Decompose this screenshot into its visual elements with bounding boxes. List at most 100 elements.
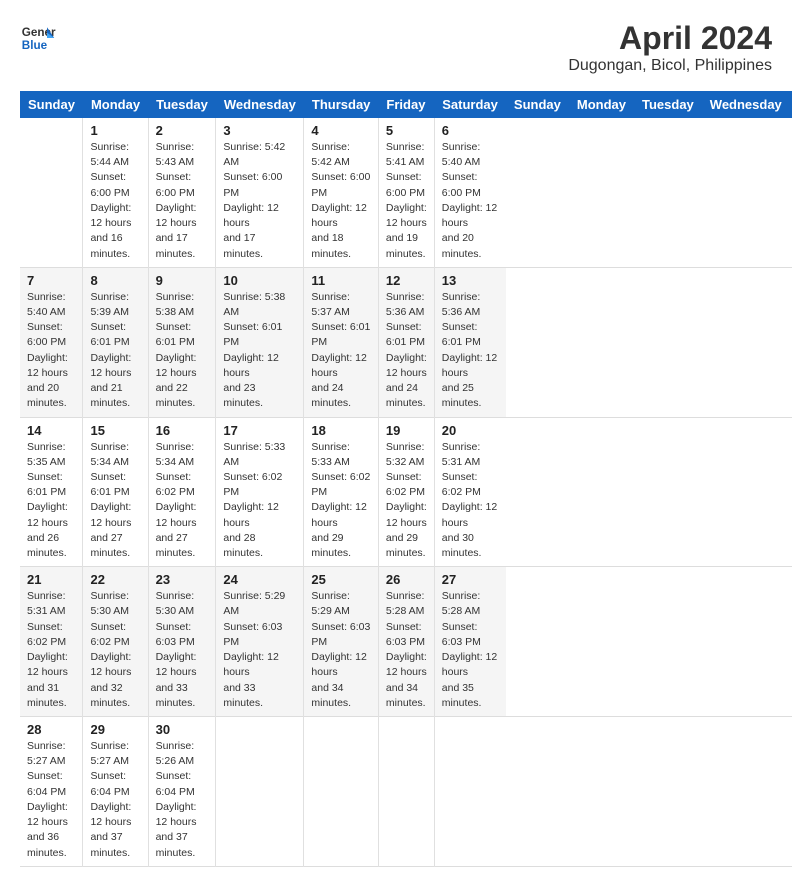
day-info: Sunrise: 5:27 AMSunset: 6:04 PMDaylight:…: [90, 739, 140, 861]
calendar-header-row: SundayMondayTuesdayWednesdayThursdayFrid…: [20, 91, 792, 118]
day-number: 25: [311, 572, 371, 587]
day-info: Sunrise: 5:41 AMSunset: 6:00 PMDaylight:…: [386, 140, 427, 262]
day-info: Sunrise: 5:29 AMSunset: 6:03 PMDaylight:…: [223, 589, 296, 711]
day-info: Sunrise: 5:35 AMSunset: 6:01 PMDaylight:…: [27, 440, 75, 562]
day-info: Sunrise: 5:33 AMSunset: 6:02 PMDaylight:…: [223, 440, 296, 562]
calendar-cell: 19Sunrise: 5:32 AMSunset: 6:02 PMDayligh…: [378, 417, 434, 567]
day-info: Sunrise: 5:31 AMSunset: 6:02 PMDaylight:…: [27, 589, 75, 711]
day-info: Sunrise: 5:29 AMSunset: 6:03 PMDaylight:…: [311, 589, 371, 711]
column-header-wednesday: Wednesday: [702, 91, 790, 118]
day-number: 1: [90, 123, 140, 138]
day-info: Sunrise: 5:34 AMSunset: 6:02 PMDaylight:…: [156, 440, 209, 562]
calendar-cell: 26 Sunrise: 5:28 AMSunset: 6:03 PMDayligh…: [378, 567, 434, 717]
calendar-cell: [434, 717, 506, 867]
calendar-cell: [304, 717, 379, 867]
calendar-cell: 23 Sunrise: 5:30 AMSunset: 6:03 PMDayligh…: [148, 567, 216, 717]
day-number: 24: [223, 572, 296, 587]
calendar-week-row: 7 Sunrise: 5:40 AMSunset: 6:00 PMDaylight…: [20, 267, 792, 417]
calendar-cell: 8Sunrise: 5:39 AMSunset: 6:01 PMDaylight…: [83, 267, 148, 417]
calendar-cell: 5 Sunrise: 5:41 AMSunset: 6:00 PMDaylight…: [378, 118, 434, 267]
day-info: Sunrise: 5:39 AMSunset: 6:01 PMDaylight:…: [90, 290, 140, 412]
day-number: 10: [223, 273, 296, 288]
day-number: 4: [311, 123, 371, 138]
day-number: 7: [27, 273, 75, 288]
column-header-tuesday: Tuesday: [148, 91, 216, 118]
day-info: Sunrise: 5:34 AMSunset: 6:01 PMDaylight:…: [90, 440, 140, 562]
day-number: 27: [442, 572, 499, 587]
calendar-cell: 15Sunrise: 5:34 AMSunset: 6:01 PMDayligh…: [83, 417, 148, 567]
day-number: 3: [223, 123, 296, 138]
calendar-cell: 18 Sunrise: 5:33 AMSunset: 6:02 PMDayligh…: [304, 417, 379, 567]
calendar-week-row: 21 Sunrise: 5:31 AMSunset: 6:02 PMDayligh…: [20, 567, 792, 717]
day-info: Sunrise: 5:26 AMSunset: 6:04 PMDaylight:…: [156, 739, 209, 861]
column-header-friday: Friday: [378, 91, 434, 118]
day-number: 29: [90, 722, 140, 737]
day-info: Sunrise: 5:40 AMSunset: 6:00 PMDaylight:…: [27, 290, 75, 412]
calendar-week-row: 1 Sunrise: 5:44 AMSunset: 6:00 PMDaylight…: [20, 118, 792, 267]
day-info: Sunrise: 5:28 AMSunset: 6:03 PMDaylight:…: [442, 589, 499, 711]
calendar-week-row: 14 Sunrise: 5:35 AMSunset: 6:01 PMDayligh…: [20, 417, 792, 567]
calendar-cell: 12 Sunrise: 5:36 AMSunset: 6:01 PMDayligh…: [378, 267, 434, 417]
calendar-cell: [20, 118, 83, 267]
day-number: 21: [27, 572, 75, 587]
svg-text:Blue: Blue: [22, 39, 48, 52]
day-info: Sunrise: 5:30 AMSunset: 6:02 PMDaylight:…: [90, 589, 140, 711]
day-number: 14: [27, 423, 75, 438]
title-block: April 2024 Dugongan, Bicol, Philippines: [568, 20, 772, 75]
calendar-cell: 28 Sunrise: 5:27 AMSunset: 6:04 PMDayligh…: [20, 717, 83, 867]
column-header-saturday: Saturday: [434, 91, 506, 118]
day-number: 28: [27, 722, 75, 737]
day-number: 23: [156, 572, 209, 587]
page-header: General Blue April 2024 Dugongan, Bicol,…: [20, 20, 772, 75]
calendar-cell: 27 Sunrise: 5:28 AMSunset: 6:03 PMDayligh…: [434, 567, 506, 717]
day-number: 30: [156, 722, 209, 737]
day-number: 18: [311, 423, 371, 438]
calendar-cell: 10Sunrise: 5:38 AMSunset: 6:01 PMDayligh…: [216, 267, 304, 417]
column-header-tuesday: Tuesday: [634, 91, 702, 118]
day-info: Sunrise: 5:28 AMSunset: 6:03 PMDaylight:…: [386, 589, 427, 711]
calendar-cell: 2Sunrise: 5:43 AMSunset: 6:00 PMDaylight…: [148, 118, 216, 267]
day-info: Sunrise: 5:36 AMSunset: 6:01 PMDaylight:…: [386, 290, 427, 412]
calendar-week-row: 28 Sunrise: 5:27 AMSunset: 6:04 PMDayligh…: [20, 717, 792, 867]
calendar-cell: 16 Sunrise: 5:34 AMSunset: 6:02 PMDayligh…: [148, 417, 216, 567]
calendar-cell: 21 Sunrise: 5:31 AMSunset: 6:02 PMDayligh…: [20, 567, 83, 717]
column-header-sunday: Sunday: [506, 91, 569, 118]
day-info: Sunrise: 5:43 AMSunset: 6:00 PMDaylight:…: [156, 140, 209, 262]
day-info: Sunrise: 5:42 AMSunset: 6:00 PMDaylight:…: [311, 140, 371, 262]
column-header-sunday: Sunday: [20, 91, 83, 118]
calendar-cell: 9Sunrise: 5:38 AMSunset: 6:01 PMDaylight…: [148, 267, 216, 417]
calendar-cell: 29 Sunrise: 5:27 AMSunset: 6:04 PMDayligh…: [83, 717, 148, 867]
logo-icon: General Blue: [20, 20, 56, 56]
column-header-monday: Monday: [569, 91, 634, 118]
day-info: Sunrise: 5:30 AMSunset: 6:03 PMDaylight:…: [156, 589, 209, 711]
calendar-cell: 13 Sunrise: 5:36 AMSunset: 6:01 PMDayligh…: [434, 267, 506, 417]
day-info: Sunrise: 5:42 AMSunset: 6:00 PMDaylight:…: [223, 140, 296, 262]
logo: General Blue: [20, 20, 56, 56]
day-info: Sunrise: 5:36 AMSunset: 6:01 PMDaylight:…: [442, 290, 499, 412]
day-info: Sunrise: 5:44 AMSunset: 6:00 PMDaylight:…: [90, 140, 140, 262]
calendar-cell: 24 Sunrise: 5:29 AMSunset: 6:03 PMDayligh…: [216, 567, 304, 717]
column-header-monday: Monday: [83, 91, 148, 118]
calendar-cell: [378, 717, 434, 867]
calendar-cell: 4 Sunrise: 5:42 AMSunset: 6:00 PMDaylight…: [304, 118, 379, 267]
day-info: Sunrise: 5:27 AMSunset: 6:04 PMDaylight:…: [27, 739, 75, 861]
calendar-cell: 25 Sunrise: 5:29 AMSunset: 6:03 PMDayligh…: [304, 567, 379, 717]
calendar-cell: 17Sunrise: 5:33 AMSunset: 6:02 PMDayligh…: [216, 417, 304, 567]
day-number: 6: [442, 123, 499, 138]
calendar-cell: 22 Sunrise: 5:30 AMSunset: 6:02 PMDayligh…: [83, 567, 148, 717]
day-number: 20: [442, 423, 499, 438]
calendar-cell: 6Sunrise: 5:40 AMSunset: 6:00 PMDaylight…: [434, 118, 506, 267]
day-number: 12: [386, 273, 427, 288]
day-number: 13: [442, 273, 499, 288]
day-info: Sunrise: 5:37 AMSunset: 6:01 PMDaylight:…: [311, 290, 371, 412]
day-number: 16: [156, 423, 209, 438]
calendar-cell: 1 Sunrise: 5:44 AMSunset: 6:00 PMDaylight…: [83, 118, 148, 267]
day-number: 22: [90, 572, 140, 587]
calendar-table: SundayMondayTuesdayWednesdayThursdayFrid…: [20, 91, 792, 867]
day-number: 26: [386, 572, 427, 587]
day-info: Sunrise: 5:31 AMSunset: 6:02 PMDaylight:…: [442, 440, 499, 562]
calendar-cell: 14 Sunrise: 5:35 AMSunset: 6:01 PMDayligh…: [20, 417, 83, 567]
day-info: Sunrise: 5:33 AMSunset: 6:02 PMDaylight:…: [311, 440, 371, 562]
day-number: 11: [311, 273, 371, 288]
day-number: 5: [386, 123, 427, 138]
